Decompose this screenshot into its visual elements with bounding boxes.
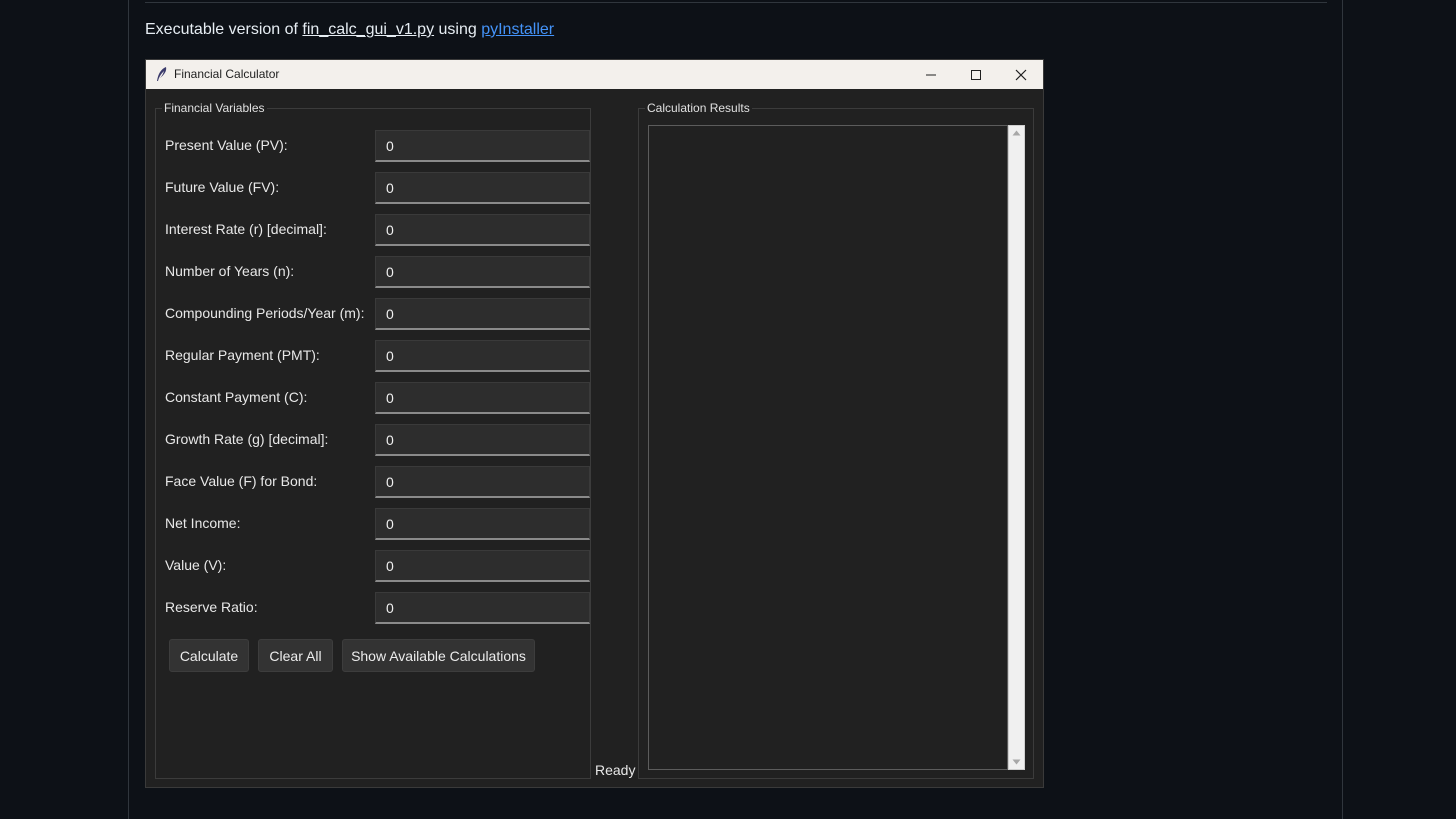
years-input[interactable]: [375, 256, 590, 288]
status-label: Ready: [595, 762, 636, 778]
value-input[interactable]: [375, 550, 590, 582]
reserve-ratio-label: Reserve Ratio:: [165, 599, 258, 615]
net-income-label: Net Income:: [165, 515, 241, 531]
divider: [145, 2, 1327, 3]
interest-rate-input[interactable]: [375, 214, 590, 246]
calculation-results-label: Calculation Results: [645, 101, 752, 115]
scroll-down-arrow-icon[interactable]: [1009, 755, 1024, 769]
window-title: Financial Calculator: [174, 67, 280, 81]
results-scrollbar[interactable]: [1008, 125, 1025, 770]
file-link[interactable]: fin_calc_gui_v1.py: [302, 21, 434, 38]
maximize-button[interactable]: [954, 60, 998, 89]
years-label: Number of Years (n):: [165, 263, 295, 279]
net-income-input[interactable]: [375, 508, 590, 540]
reserve-ratio-input[interactable]: [375, 592, 590, 624]
scroll-up-arrow-icon[interactable]: [1009, 126, 1024, 140]
growth-rate-label: Growth Rate (g) [decimal]:: [165, 431, 329, 447]
fv-input[interactable]: [375, 172, 590, 204]
clear-all-button[interactable]: Clear All: [258, 639, 333, 672]
growth-rate-input[interactable]: [375, 424, 590, 456]
calculation-results-group: Calculation Results: [638, 101, 1034, 779]
close-button[interactable]: [999, 60, 1043, 89]
pv-input[interactable]: [375, 130, 590, 162]
pv-label: Present Value (PV):: [165, 137, 288, 153]
show-available-calculations-button[interactable]: Show Available Calculations: [342, 639, 535, 672]
intro-middle: using: [434, 21, 482, 38]
pyinstaller-link[interactable]: pyInstaller: [481, 21, 554, 38]
intro-text: Executable version of fin_calc_gui_v1.py…: [145, 21, 554, 39]
constant-payment-input[interactable]: [375, 382, 590, 414]
interest-rate-label: Interest Rate (r) [decimal]:: [165, 221, 327, 237]
financial-variables-group: Financial Variables Present Value (PV): …: [155, 101, 591, 779]
financial-calculator-window: Financial Calculator Financial Variables: [145, 59, 1044, 788]
compounding-label: Compounding Periods/Year (m):: [165, 305, 365, 321]
minimize-icon: [925, 69, 937, 81]
maximize-icon: [970, 69, 982, 81]
page: Executable version of fin_calc_gui_v1.py…: [0, 0, 1456, 819]
fv-label: Future Value (FV):: [165, 179, 280, 195]
face-value-label: Face Value (F) for Bond:: [165, 473, 318, 489]
value-label: Value (V):: [165, 557, 227, 573]
pmt-label: Regular Payment (PMT):: [165, 347, 320, 363]
intro-prefix: Executable version of: [145, 21, 303, 38]
calculate-button[interactable]: Calculate: [169, 639, 249, 672]
window-titlebar[interactable]: Financial Calculator: [146, 60, 1043, 89]
results-textbox[interactable]: [648, 125, 1008, 770]
close-icon: [1015, 69, 1027, 81]
face-value-input[interactable]: [375, 466, 590, 498]
financial-variables-label: Financial Variables: [162, 101, 267, 115]
compounding-input[interactable]: [375, 298, 590, 330]
constant-payment-label: Constant Payment (C):: [165, 389, 308, 405]
minimize-button[interactable]: [909, 60, 953, 89]
feather-icon: [155, 66, 169, 82]
pmt-input[interactable]: [375, 340, 590, 372]
